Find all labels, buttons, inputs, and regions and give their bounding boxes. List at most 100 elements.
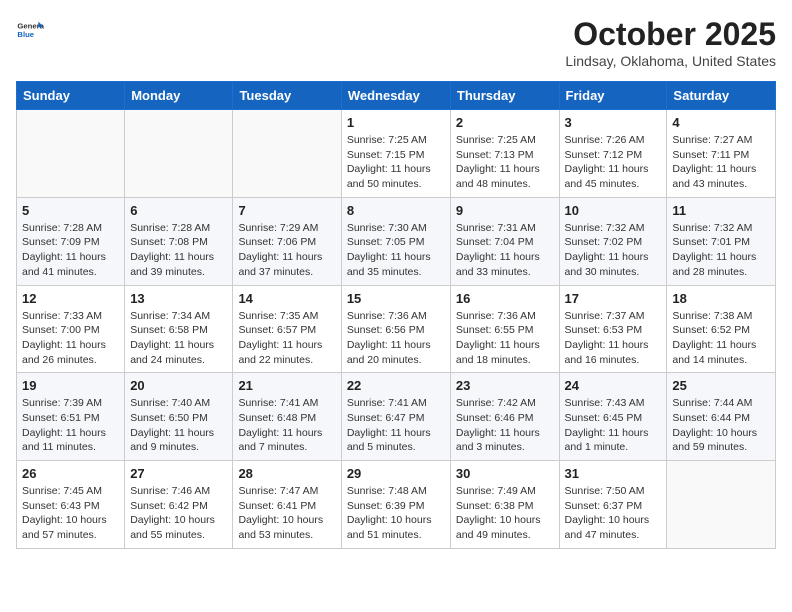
- calendar-title: October 2025: [565, 16, 776, 53]
- day-info: Sunrise: 7:47 AM Sunset: 6:41 PM Dayligh…: [238, 484, 335, 543]
- day-info: Sunrise: 7:37 AM Sunset: 6:53 PM Dayligh…: [565, 309, 662, 368]
- day-info: Sunrise: 7:29 AM Sunset: 7:06 PM Dayligh…: [238, 221, 335, 280]
- calendar-cell: 18Sunrise: 7:38 AM Sunset: 6:52 PM Dayli…: [667, 285, 776, 373]
- day-number: 21: [238, 378, 335, 393]
- calendar-cell: [17, 110, 125, 198]
- day-number: 8: [347, 203, 445, 218]
- day-number: 5: [22, 203, 119, 218]
- calendar-cell: 29 Sunrise: 7:48 AM Sunset: 6:39 PM Dayli…: [341, 461, 450, 549]
- calendar-cell: 8 Sunrise: 7:30 AM Sunset: 7:05 PM Daylig…: [341, 197, 450, 285]
- calendar-cell: 17 Sunrise: 7:37 AM Sunset: 6:53 PM Dayli…: [559, 285, 667, 373]
- calendar-cell: 1 Sunrise: 7:25 AM Sunset: 7:15 PM Daylig…: [341, 110, 450, 198]
- day-info: Sunrise: 7:30 AM Sunset: 7:05 PM Dayligh…: [347, 221, 445, 280]
- week-row-3: 12Sunrise: 7:33 AM Sunset: 7:00 PM Dayli…: [17, 285, 776, 373]
- logo: General Blue: [16, 16, 48, 44]
- calendar-cell: 11 Sunrise: 7:32 AM Sunset: 7:01 PM Dayli…: [667, 197, 776, 285]
- day-number: 16: [456, 291, 554, 306]
- day-number: 23: [456, 378, 554, 393]
- column-header-sunday: Sunday: [17, 82, 125, 110]
- calendar-cell: 24 Sunrise: 7:43 AM Sunset: 6:45 PM Dayli…: [559, 373, 667, 461]
- day-info: Sunrise: 7:26 AM Sunset: 7:12 PM Dayligh…: [565, 133, 662, 192]
- day-number: 27: [130, 466, 227, 481]
- day-number: 18: [672, 291, 770, 306]
- day-info: Sunrise: 7:44 AM Sunset: 6:44 PM Dayligh…: [672, 396, 770, 455]
- calendar-cell: 23 Sunrise: 7:42 AM Sunset: 6:46 PM Dayli…: [450, 373, 559, 461]
- day-info: Sunrise: 7:43 AM Sunset: 6:45 PM Dayligh…: [565, 396, 662, 455]
- day-number: 20: [130, 378, 227, 393]
- day-number: 7: [238, 203, 335, 218]
- calendar-cell: 3 Sunrise: 7:26 AM Sunset: 7:12 PM Daylig…: [559, 110, 667, 198]
- day-info: Sunrise: 7:41 AM Sunset: 6:48 PM Dayligh…: [238, 396, 335, 455]
- calendar-cell: 30 Sunrise: 7:49 AM Sunset: 6:38 PM Dayli…: [450, 461, 559, 549]
- day-number: 3: [565, 115, 662, 130]
- day-number: 31: [565, 466, 662, 481]
- day-number: 10: [565, 203, 662, 218]
- calendar-table: SundayMondayTuesdayWednesdayThursdayFrid…: [16, 81, 776, 549]
- day-number: 2: [456, 115, 554, 130]
- calendar-cell: 7 Sunrise: 7:29 AM Sunset: 7:06 PM Daylig…: [233, 197, 341, 285]
- week-row-5: 26Sunrise: 7:45 AM Sunset: 6:43 PM Dayli…: [17, 461, 776, 549]
- column-header-saturday: Saturday: [667, 82, 776, 110]
- day-number: 24: [565, 378, 662, 393]
- calendar-cell: 12Sunrise: 7:33 AM Sunset: 7:00 PM Dayli…: [17, 285, 125, 373]
- day-number: 9: [456, 203, 554, 218]
- day-number: 4: [672, 115, 770, 130]
- day-info: Sunrise: 7:49 AM Sunset: 6:38 PM Dayligh…: [456, 484, 554, 543]
- column-header-tuesday: Tuesday: [233, 82, 341, 110]
- day-info: Sunrise: 7:41 AM Sunset: 6:47 PM Dayligh…: [347, 396, 445, 455]
- calendar-cell: 21 Sunrise: 7:41 AM Sunset: 6:48 PM Dayli…: [233, 373, 341, 461]
- day-number: 30: [456, 466, 554, 481]
- day-info: Sunrise: 7:36 AM Sunset: 6:56 PM Dayligh…: [347, 309, 445, 368]
- week-row-1: 1 Sunrise: 7:25 AM Sunset: 7:15 PM Daylig…: [17, 110, 776, 198]
- day-number: 11: [672, 203, 770, 218]
- calendar-cell: 4Sunrise: 7:27 AM Sunset: 7:11 PM Daylig…: [667, 110, 776, 198]
- day-info: Sunrise: 7:45 AM Sunset: 6:43 PM Dayligh…: [22, 484, 119, 543]
- day-info: Sunrise: 7:35 AM Sunset: 6:57 PM Dayligh…: [238, 309, 335, 368]
- title-block: October 2025 Lindsay, Oklahoma, United S…: [565, 16, 776, 69]
- calendar-cell: 10Sunrise: 7:32 AM Sunset: 7:02 PM Dayli…: [559, 197, 667, 285]
- day-info: Sunrise: 7:34 AM Sunset: 6:58 PM Dayligh…: [130, 309, 227, 368]
- day-number: 19: [22, 378, 119, 393]
- day-number: 28: [238, 466, 335, 481]
- day-info: Sunrise: 7:50 AM Sunset: 6:37 PM Dayligh…: [565, 484, 662, 543]
- day-number: 29: [347, 466, 445, 481]
- calendar-cell: 9 Sunrise: 7:31 AM Sunset: 7:04 PM Daylig…: [450, 197, 559, 285]
- day-number: 17: [565, 291, 662, 306]
- day-number: 14: [238, 291, 335, 306]
- day-number: 1: [347, 115, 445, 130]
- week-row-2: 5 Sunrise: 7:28 AM Sunset: 7:09 PM Daylig…: [17, 197, 776, 285]
- day-info: Sunrise: 7:25 AM Sunset: 7:15 PM Dayligh…: [347, 133, 445, 192]
- calendar-cell: 27 Sunrise: 7:46 AM Sunset: 6:42 PM Dayli…: [125, 461, 233, 549]
- calendar-cell: 22 Sunrise: 7:41 AM Sunset: 6:47 PM Dayli…: [341, 373, 450, 461]
- calendar-cell: [233, 110, 341, 198]
- calendar-location: Lindsay, Oklahoma, United States: [565, 53, 776, 69]
- calendar-cell: 20Sunrise: 7:40 AM Sunset: 6:50 PM Dayli…: [125, 373, 233, 461]
- day-info: Sunrise: 7:28 AM Sunset: 7:09 PM Dayligh…: [22, 221, 119, 280]
- svg-text:Blue: Blue: [17, 30, 34, 39]
- calendar-cell: 26Sunrise: 7:45 AM Sunset: 6:43 PM Dayli…: [17, 461, 125, 549]
- calendar-cell: 25Sunrise: 7:44 AM Sunset: 6:44 PM Dayli…: [667, 373, 776, 461]
- calendar-cell: 19Sunrise: 7:39 AM Sunset: 6:51 PM Dayli…: [17, 373, 125, 461]
- day-info: Sunrise: 7:33 AM Sunset: 7:00 PM Dayligh…: [22, 309, 119, 368]
- calendar-cell: 6 Sunrise: 7:28 AM Sunset: 7:08 PM Daylig…: [125, 197, 233, 285]
- column-header-wednesday: Wednesday: [341, 82, 450, 110]
- calendar-cell: 2Sunrise: 7:25 AM Sunset: 7:13 PM Daylig…: [450, 110, 559, 198]
- day-number: 6: [130, 203, 227, 218]
- column-header-monday: Monday: [125, 82, 233, 110]
- calendar-cell: [667, 461, 776, 549]
- day-number: 22: [347, 378, 445, 393]
- day-info: Sunrise: 7:46 AM Sunset: 6:42 PM Dayligh…: [130, 484, 227, 543]
- page-header: General Blue October 2025 Lindsay, Oklah…: [16, 16, 776, 69]
- calendar-cell: 13 Sunrise: 7:34 AM Sunset: 6:58 PM Dayli…: [125, 285, 233, 373]
- day-number: 13: [130, 291, 227, 306]
- logo-icon: General Blue: [16, 16, 44, 44]
- day-number: 15: [347, 291, 445, 306]
- column-header-friday: Friday: [559, 82, 667, 110]
- day-info: Sunrise: 7:48 AM Sunset: 6:39 PM Dayligh…: [347, 484, 445, 543]
- day-info: Sunrise: 7:31 AM Sunset: 7:04 PM Dayligh…: [456, 221, 554, 280]
- calendar-cell: [125, 110, 233, 198]
- week-row-4: 19Sunrise: 7:39 AM Sunset: 6:51 PM Dayli…: [17, 373, 776, 461]
- day-info: Sunrise: 7:32 AM Sunset: 7:01 PM Dayligh…: [672, 221, 770, 280]
- day-info: Sunrise: 7:42 AM Sunset: 6:46 PM Dayligh…: [456, 396, 554, 455]
- day-info: Sunrise: 7:28 AM Sunset: 7:08 PM Dayligh…: [130, 221, 227, 280]
